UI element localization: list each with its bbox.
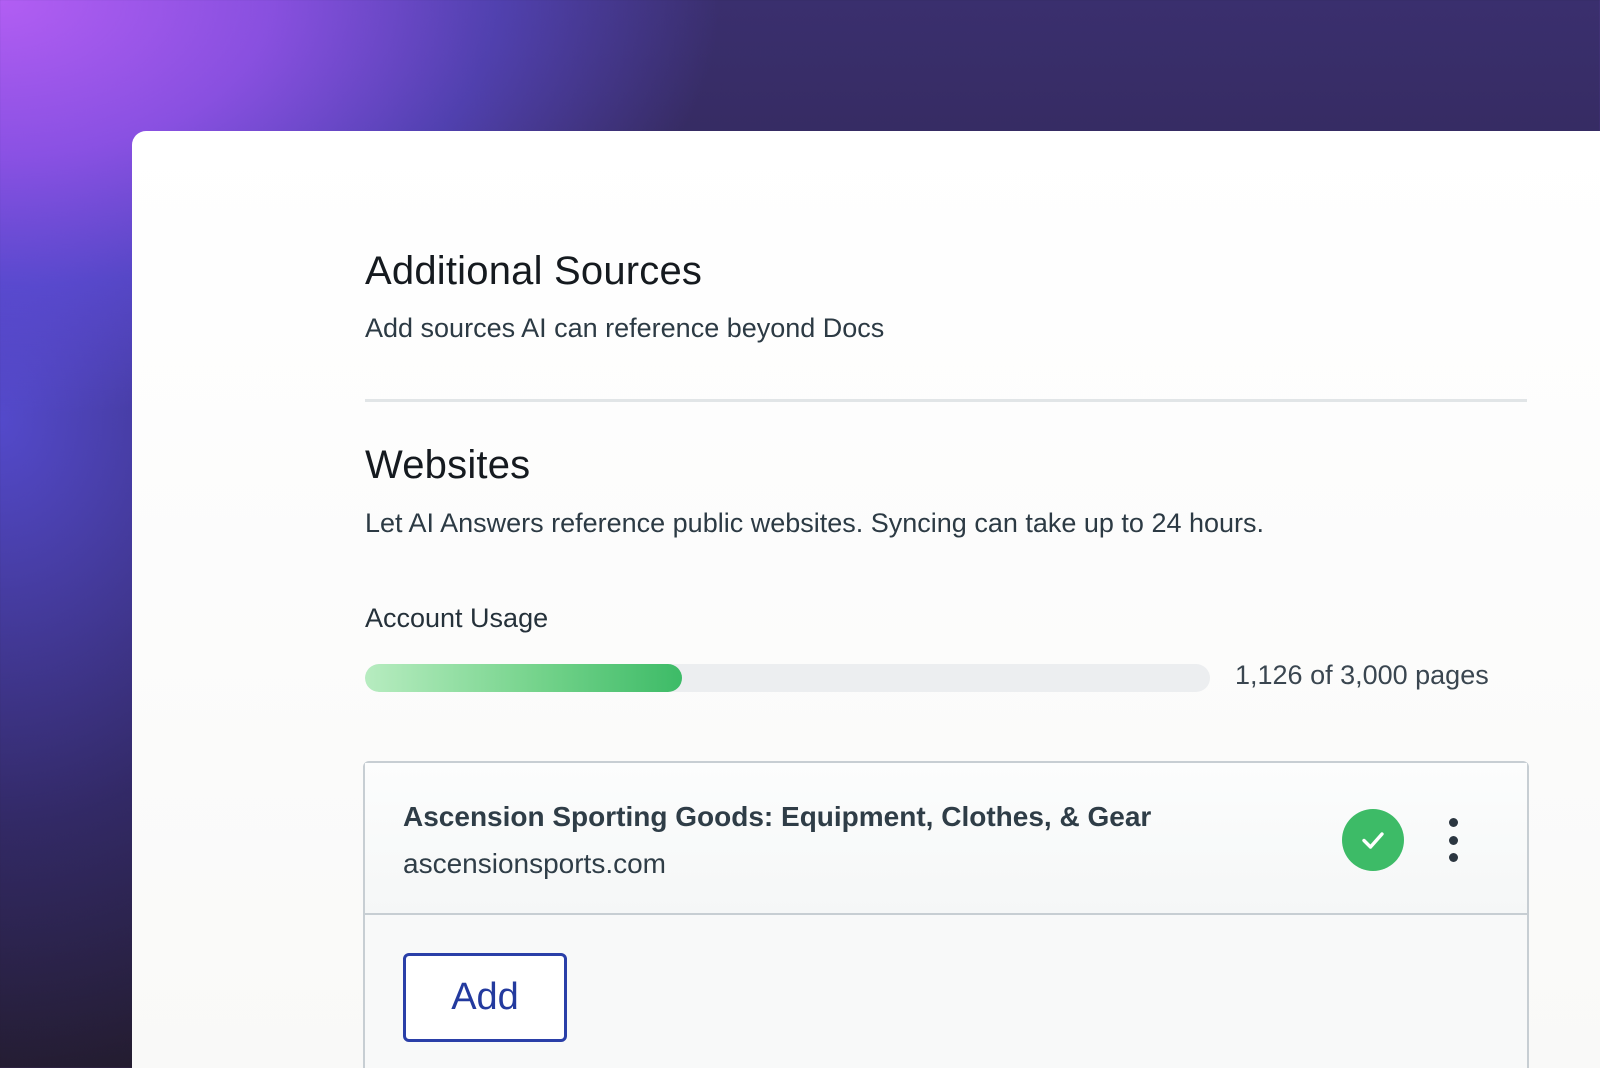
additional-sources-title: Additional Sources (365, 249, 703, 293)
add-website-button[interactable]: Add (403, 953, 567, 1042)
kebab-dot (1448, 818, 1458, 827)
website-title: Ascension Sporting Goods: Equipment, Clo… (403, 801, 1152, 832)
websites-title: Websites (365, 443, 531, 487)
account-usage-label: Account Usage (365, 603, 549, 633)
website-list-card: Ascension Sporting Goods: Equipment, Clo… (363, 761, 1529, 1068)
check-icon-glyph (1362, 832, 1384, 849)
kebab-dot (1448, 835, 1458, 845)
section-divider (365, 399, 1527, 402)
account-usage-count: 1,126 of 3,000 pages (1235, 660, 1489, 690)
website-list-item[interactable]: Ascension Sporting Goods: Equipment, Clo… (365, 763, 1527, 915)
check-icon (1342, 809, 1404, 871)
website-url: ascensionsports.com (403, 848, 667, 879)
websites-subtitle: Let AI Answers reference public websites… (365, 508, 1265, 538)
kebab-menu-icon[interactable] (1435, 813, 1471, 867)
account-usage-progress-bar (365, 664, 1210, 692)
settings-panel: Additional Sources Add sources AI can re… (132, 131, 1600, 1068)
account-usage-progress-fill (365, 664, 682, 692)
kebab-dot (1448, 853, 1458, 862)
additional-sources-subtitle: Add sources AI can reference beyond Docs (365, 313, 885, 343)
